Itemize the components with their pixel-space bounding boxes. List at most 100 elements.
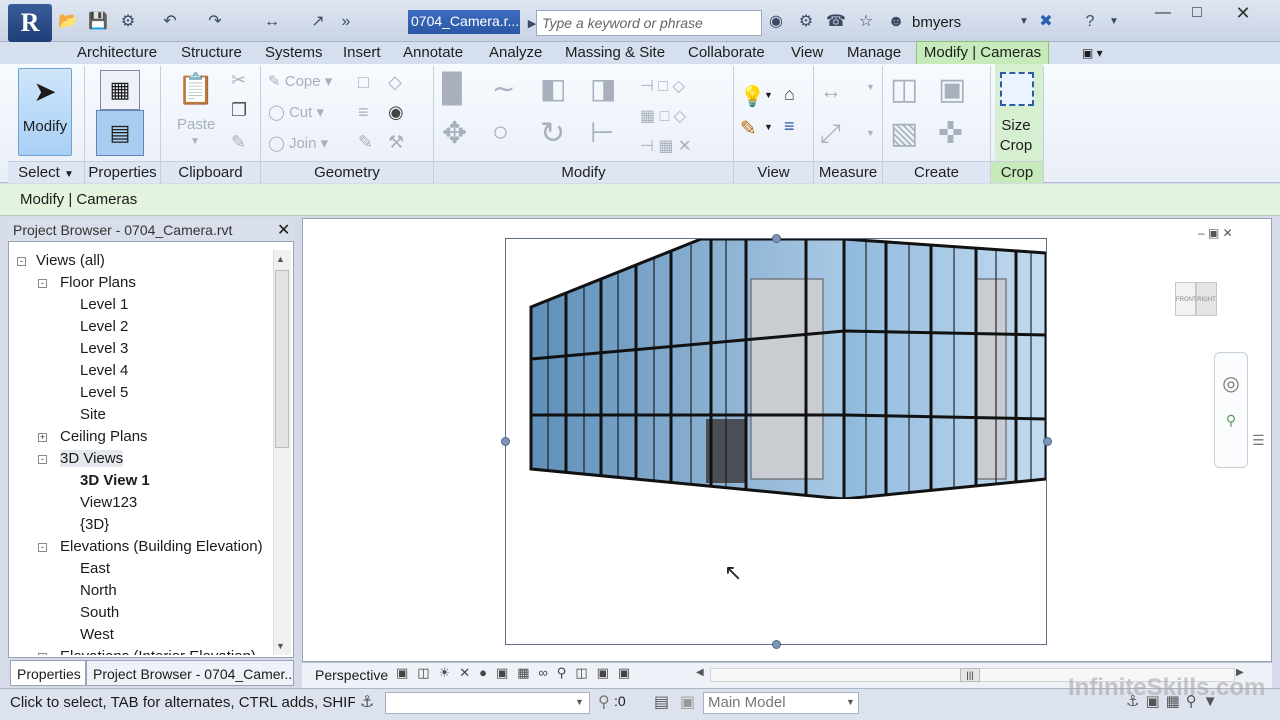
scroll-up-icon[interactable]: ▲ [276, 254, 285, 264]
viewcube-right-face[interactable]: RIGHT [1196, 282, 1217, 316]
help-icon[interactable]: ? [1080, 12, 1100, 32]
trim-extend-icon[interactable]: ⊢ [590, 116, 614, 149]
tab-view[interactable]: View [791, 44, 823, 64]
modify-small-tools-icon[interactable]: ⊣ □ ◇ ▦ □ ◇ ⊣ ▦ ✕ [640, 72, 691, 162]
tree-item[interactable]: - 3D Views [12, 448, 272, 470]
workset-dropdown-icon[interactable]: ▼ [575, 697, 584, 707]
join-button[interactable]: ◯ Join ▾ [268, 134, 328, 152]
aligned-dimension-icon[interactable]: ↗ [308, 12, 328, 32]
create-group-icon[interactable]: ▧ [890, 116, 918, 151]
offset-icon[interactable]: ∼ [492, 72, 515, 105]
workset-select[interactable] [385, 692, 590, 714]
remove-paint-icon[interactable]: ✎ [358, 132, 373, 153]
copy-icon[interactable]: ○ [492, 116, 509, 148]
tree-item[interactable]: Level 2 [12, 316, 272, 338]
view-window-controls[interactable]: – ▣ ✕ [1198, 226, 1233, 240]
tab-project-browser[interactable]: Project Browser - 0704_Camer... [86, 660, 294, 686]
mirror-line-icon[interactable]: ◨ [590, 72, 616, 105]
tree-item[interactable]: Level 1 [12, 294, 272, 316]
exchange-apps-icon[interactable]: ✖ [1036, 12, 1056, 32]
tree-item[interactable]: + Elevations (Interior Elevation) [12, 646, 272, 655]
open-icon[interactable]: 📂 [58, 12, 78, 32]
cut-geometry-button[interactable]: ◯ Cut ▾ [268, 103, 324, 121]
match-properties-icon[interactable]: ✎ [231, 132, 246, 153]
selection-filter-icon[interactable]: ⚲ [598, 692, 610, 712]
paint-icon[interactable]: ◇ [388, 72, 402, 93]
design-option-select[interactable]: Main Model [703, 692, 859, 714]
panel-label-select[interactable]: Select ▼ [8, 161, 84, 183]
tab-insert[interactable]: Insert [343, 44, 381, 64]
tab-annotate[interactable]: Annotate [403, 44, 463, 64]
measure-between-icon[interactable]: ↔ [820, 78, 842, 104]
sync-icon[interactable]: ⚙ [118, 12, 138, 32]
type-properties-icon[interactable]: ▦ [100, 70, 140, 110]
steering-wheel-icon[interactable]: ◎ [1215, 371, 1247, 396]
minimize-button[interactable]: — [1146, 4, 1180, 24]
scroll-down-icon[interactable]: ▼ [276, 641, 285, 651]
view-control-tools-icon[interactable]: ▣◫☀✕●▣▦∞⚲◫▣▣ [396, 665, 639, 681]
tab-massing-site[interactable]: Massing & Site [565, 44, 665, 64]
size-crop-button[interactable]: Size Crop [999, 116, 1033, 156]
tab-manage[interactable]: Manage [847, 44, 901, 64]
tab-architecture[interactable]: Architecture [77, 44, 157, 64]
editing-requests-icon[interactable]: ▤ [654, 692, 669, 712]
tree-item[interactable]: South [12, 602, 272, 624]
linework-icon[interactable]: ≡ [784, 116, 795, 137]
modify-button[interactable]: ➤ Modify [18, 68, 72, 156]
viewcube[interactable]: FRONTRIGHT [1158, 282, 1234, 326]
properties-icon[interactable]: ▤ [96, 110, 144, 156]
tree-item[interactable]: View123 [12, 492, 272, 514]
copy-clipboard-icon[interactable]: ❐ [231, 100, 247, 121]
move-icon[interactable]: ✥ [442, 116, 467, 151]
search-input[interactable]: Type a keyword or phrase [536, 10, 762, 36]
worksets-icon[interactable]: ⚓ [360, 692, 374, 712]
measure-dropdown-icon[interactable]: ▼ [866, 82, 875, 92]
split-face-icon[interactable]: □ [358, 72, 369, 93]
paste-dropdown-icon[interactable]: ▼ [190, 136, 200, 147]
favorites-star-icon[interactable]: ☆ [856, 12, 876, 32]
design-options-icon[interactable]: ▣ [680, 692, 695, 712]
navigation-bar-options-icon[interactable]: ☰ [1252, 432, 1265, 449]
binoculars-icon[interactable]: ◉ [766, 12, 786, 32]
expand-icon[interactable]: + [38, 433, 47, 442]
wall-join-tool-icon[interactable]: ⚒ [388, 132, 404, 153]
close-button[interactable]: ✕ [1226, 4, 1260, 24]
dimension-dropdown-icon[interactable]: ▼ [866, 128, 875, 138]
aligned-dimension-tool-icon[interactable]: ⤢ [820, 118, 841, 150]
tree-item[interactable]: - Views (all) [12, 250, 272, 272]
selection-options-icons[interactable]: ⚓▣▦⚲▼ [1126, 692, 1224, 710]
redo-icon[interactable]: ↷ [205, 12, 225, 32]
subscription-icon[interactable]: ⚙ [796, 12, 816, 32]
help-dropdown-icon[interactable]: ▼ [1104, 12, 1124, 32]
maximize-button[interactable]: □ [1180, 4, 1214, 24]
user-icon[interactable]: ☻ [886, 12, 906, 32]
design-option-dropdown-icon[interactable]: ▼ [846, 697, 855, 707]
lightbulb-icon[interactable]: 💡 [740, 84, 765, 109]
tab-modify-cameras[interactable]: Modify | Cameras [916, 41, 1049, 65]
undo-icon[interactable]: ↶ [160, 12, 180, 32]
tree-item[interactable]: - Floor Plans [12, 272, 272, 294]
collapse-icon[interactable]: - [38, 455, 47, 464]
align-icon[interactable]: █ [442, 72, 462, 104]
tree-item[interactable]: West [12, 624, 272, 646]
size-crop-icon[interactable] [1000, 72, 1034, 106]
crop-grip-bottom[interactable] [772, 640, 781, 649]
create-similar-icon[interactable]: ✜ [938, 116, 963, 151]
crop-grip-top[interactable] [772, 234, 781, 243]
demolish-icon[interactable]: ◉ [388, 102, 404, 123]
wall-joins-icon[interactable]: ≡ [358, 102, 369, 123]
hscroll-thumb[interactable]: ||| [960, 668, 980, 682]
scrollbar-thumb[interactable] [275, 270, 289, 448]
tree-item[interactable]: {3D} [12, 514, 272, 536]
measure-icon[interactable]: ↔ [262, 12, 282, 32]
create-assembly-icon[interactable]: ◫ [890, 72, 918, 107]
user-name[interactable]: bmyers [912, 14, 961, 31]
more-tools-icon[interactable]: » [336, 12, 356, 32]
cut-clipboard-icon[interactable]: ✂ [231, 70, 246, 91]
viewcube-front-face[interactable]: FRONT [1175, 282, 1197, 316]
linework-dropdown-icon[interactable]: ▼ [764, 122, 773, 132]
tree-item[interactable]: Level 3 [12, 338, 272, 360]
application-menu-button[interactable]: R [8, 4, 52, 42]
collapse-icon[interactable]: - [38, 279, 47, 288]
tab-systems[interactable]: Systems [265, 44, 323, 64]
